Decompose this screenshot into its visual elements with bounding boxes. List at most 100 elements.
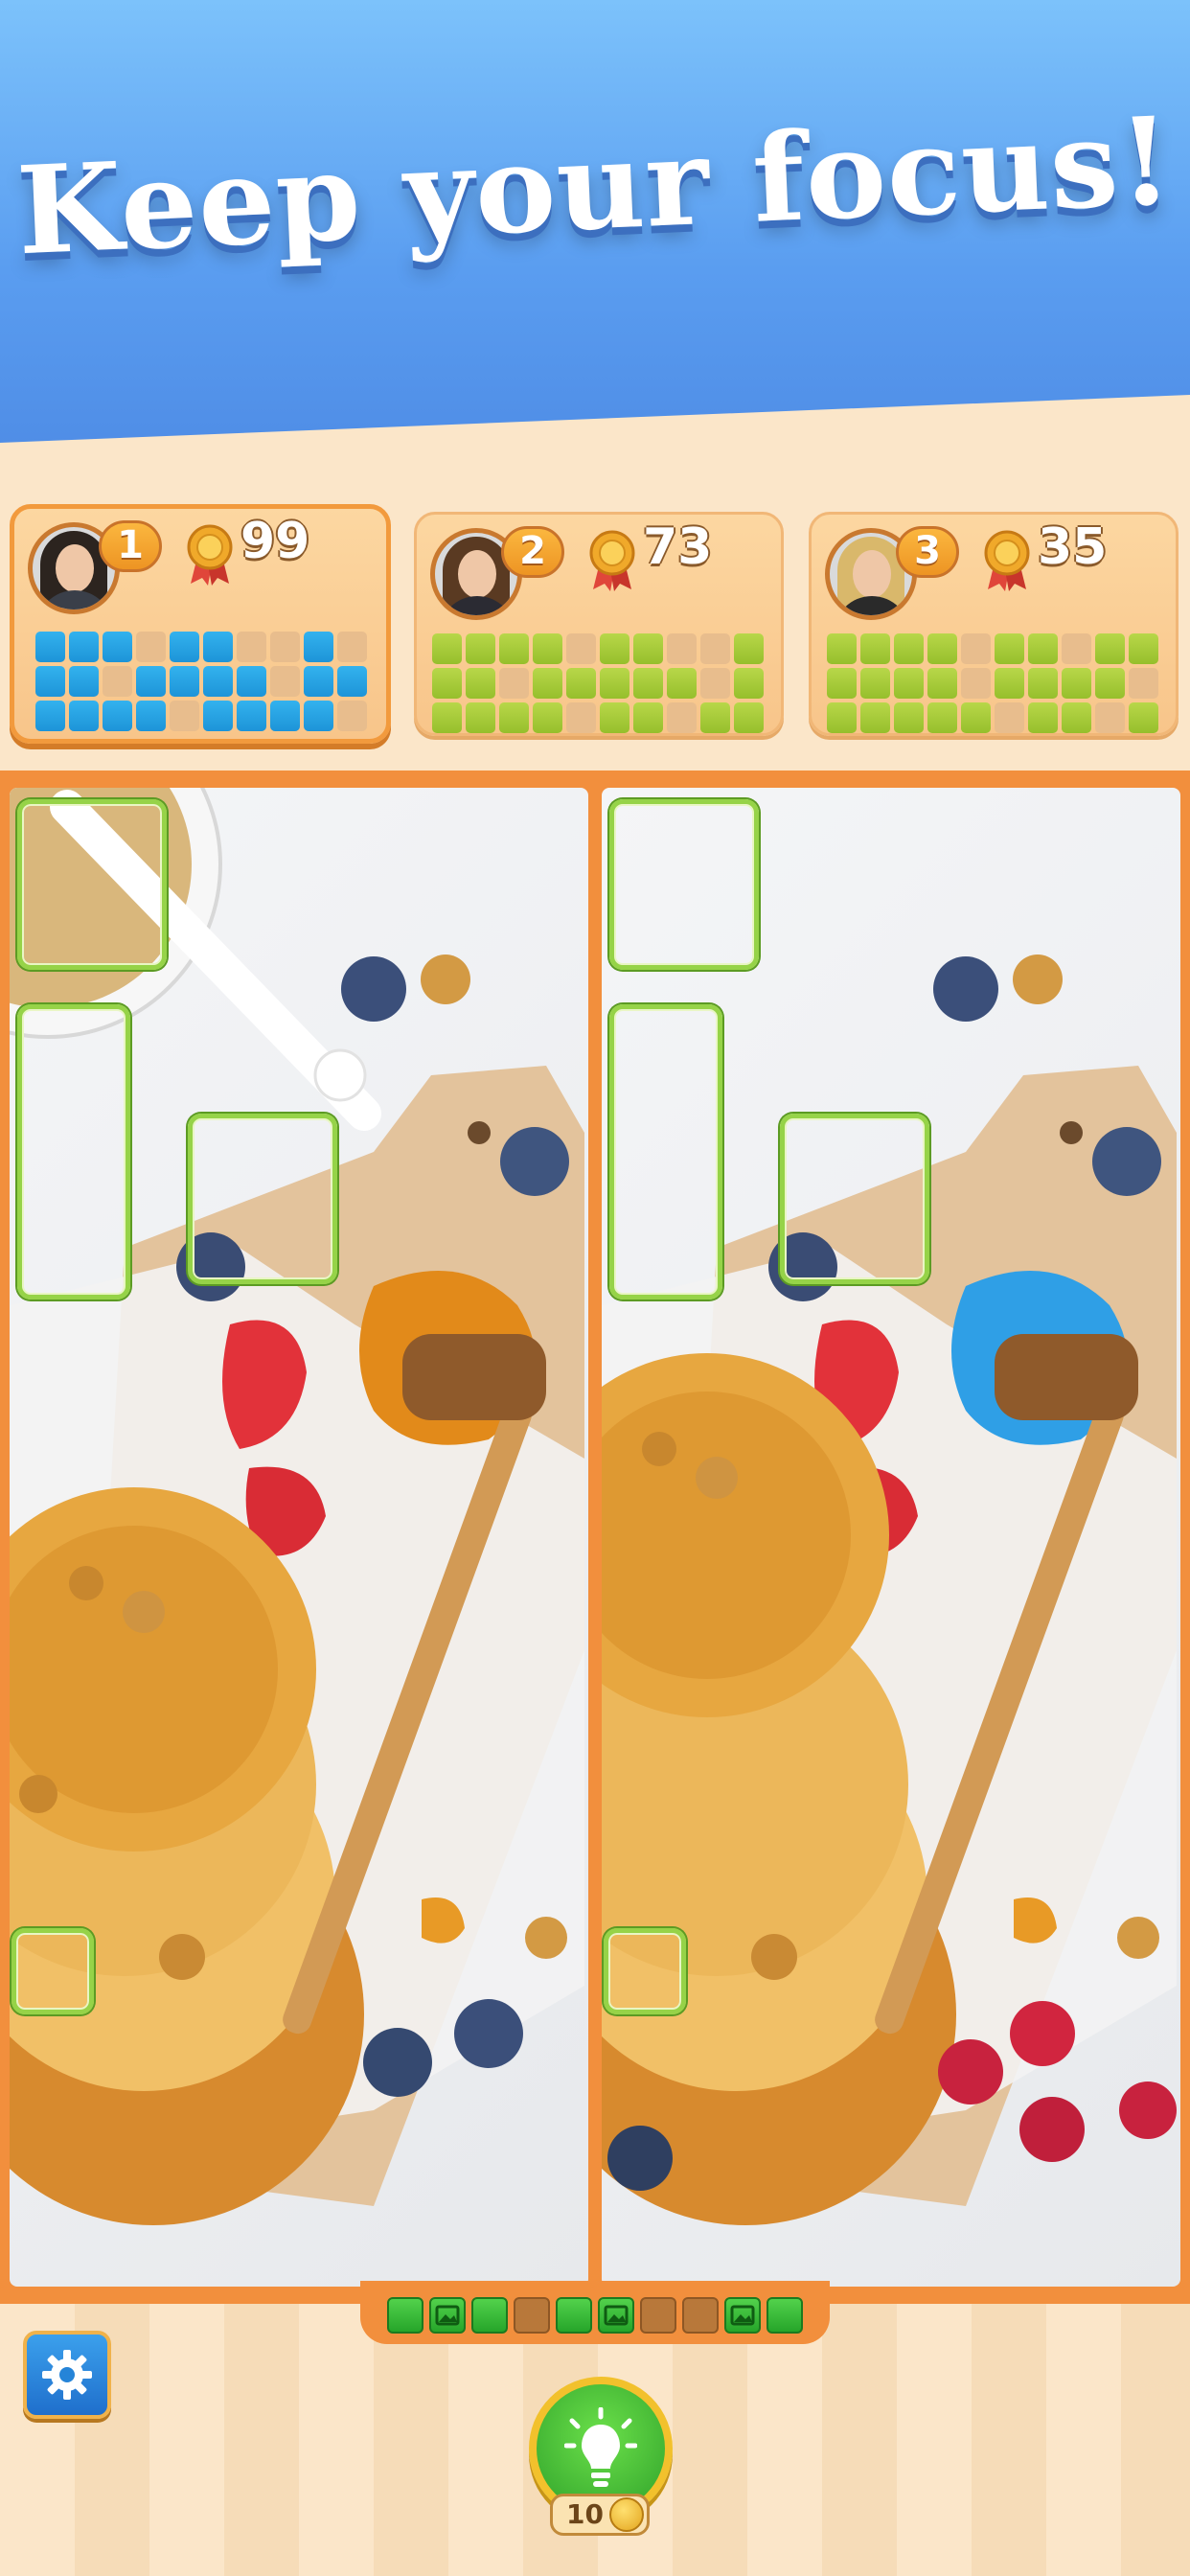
progress-cell-filled bbox=[1028, 668, 1058, 699]
progress-cell-filled bbox=[337, 666, 367, 697]
difference-slot-found bbox=[767, 2297, 803, 2334]
image-icon bbox=[730, 2305, 755, 2326]
progress-cell-filled bbox=[466, 702, 495, 733]
progress-cell-filled bbox=[304, 701, 333, 731]
difference-slot-empty bbox=[640, 2297, 676, 2334]
progress-cell-filled bbox=[499, 702, 529, 733]
difference-slot-found bbox=[387, 2297, 423, 2334]
found-difference-marker bbox=[188, 1114, 337, 1284]
progress-cell-filled bbox=[499, 633, 529, 664]
progress-cell-filled bbox=[860, 668, 890, 699]
progress-cell-empty bbox=[337, 632, 367, 662]
progress-cell-filled bbox=[894, 633, 924, 664]
progress-cell-filled bbox=[35, 701, 65, 731]
progress-cell-empty bbox=[1129, 668, 1158, 699]
progress-cell-filled bbox=[961, 702, 991, 733]
progress-cell-filled bbox=[270, 701, 300, 731]
rank-badge: 3 bbox=[896, 526, 959, 578]
progress-grid bbox=[432, 633, 764, 733]
progress-cell-filled bbox=[667, 668, 697, 699]
player-card-1: 1 99 bbox=[10, 504, 391, 744]
progress-cell-filled bbox=[927, 633, 957, 664]
progress-cell-filled bbox=[600, 633, 629, 664]
progress-cell-filled bbox=[170, 666, 199, 697]
progress-cell-empty bbox=[700, 668, 730, 699]
progress-cell-filled bbox=[1129, 702, 1158, 733]
medal-icon bbox=[187, 524, 233, 586]
progress-cell-filled bbox=[633, 633, 663, 664]
progress-cell-filled bbox=[1095, 668, 1125, 699]
progress-cell-filled bbox=[69, 666, 99, 697]
found-difference-marker bbox=[780, 1114, 929, 1284]
progress-cell-filled bbox=[927, 702, 957, 733]
progress-cell-filled bbox=[734, 633, 764, 664]
progress-cell-filled bbox=[1095, 633, 1125, 664]
progress-cell-filled bbox=[304, 666, 333, 697]
progress-cell-filled bbox=[237, 701, 266, 731]
progress-cell-empty bbox=[337, 701, 367, 731]
progress-cell-filled bbox=[734, 702, 764, 733]
found-difference-marker bbox=[609, 1004, 722, 1300]
progress-cell-filled bbox=[170, 632, 199, 662]
progress-cell-filled bbox=[860, 633, 890, 664]
progress-cell-filled bbox=[432, 702, 462, 733]
difference-slot-found bbox=[724, 2297, 761, 2334]
progress-cell-filled bbox=[927, 668, 957, 699]
progress-grid bbox=[35, 632, 367, 731]
progress-cell-filled bbox=[827, 668, 857, 699]
progress-cell-empty bbox=[961, 633, 991, 664]
progress-cell-empty bbox=[1062, 633, 1091, 664]
progress-cell-filled bbox=[1028, 633, 1058, 664]
player-card-3: 3 35 bbox=[809, 512, 1179, 736]
modified-image[interactable] bbox=[602, 788, 1180, 2287]
player-scoreboard: 1 99 2 73 3 35 bbox=[0, 498, 1190, 757]
progress-cell-filled bbox=[1028, 702, 1058, 733]
progress-cell-filled bbox=[860, 702, 890, 733]
progress-cell-filled bbox=[894, 668, 924, 699]
progress-cell-filled bbox=[432, 633, 462, 664]
found-difference-marker bbox=[604, 1928, 686, 2014]
progress-cell-filled bbox=[533, 633, 562, 664]
difference-slot-found bbox=[556, 2297, 592, 2334]
progress-cell-filled bbox=[566, 668, 596, 699]
coin-icon bbox=[609, 2497, 644, 2532]
lightbulb-icon bbox=[564, 2407, 637, 2487]
progress-cell-filled bbox=[533, 702, 562, 733]
progress-cell-filled bbox=[203, 701, 233, 731]
progress-cell-empty bbox=[566, 702, 596, 733]
player-card-2: 2 73 bbox=[414, 512, 784, 736]
differences-progress bbox=[360, 2281, 830, 2344]
progress-cell-filled bbox=[995, 633, 1024, 664]
difference-slot-empty bbox=[682, 2297, 719, 2334]
progress-cell-empty bbox=[700, 633, 730, 664]
progress-cell-empty bbox=[170, 701, 199, 731]
progress-cell-filled bbox=[203, 632, 233, 662]
progress-cell-filled bbox=[633, 702, 663, 733]
progress-cell-filled bbox=[600, 702, 629, 733]
progress-cell-filled bbox=[35, 666, 65, 697]
progress-cell-empty bbox=[103, 666, 132, 697]
image-icon bbox=[435, 2305, 460, 2326]
progress-cell-empty bbox=[566, 633, 596, 664]
progress-cell-empty bbox=[270, 632, 300, 662]
difference-slot-found bbox=[598, 2297, 634, 2334]
rank-badge: 2 bbox=[501, 526, 564, 578]
found-difference-marker bbox=[11, 1928, 94, 2014]
rank-badge: 1 bbox=[99, 520, 162, 572]
medal-icon bbox=[984, 530, 1030, 591]
original-image[interactable] bbox=[10, 788, 588, 2287]
progress-cell-filled bbox=[203, 666, 233, 697]
player-score: 35 bbox=[1038, 518, 1108, 576]
found-difference-marker bbox=[17, 799, 167, 970]
progress-cell-filled bbox=[304, 632, 333, 662]
progress-cell-filled bbox=[35, 632, 65, 662]
progress-cell-empty bbox=[270, 666, 300, 697]
progress-cell-empty bbox=[499, 668, 529, 699]
progress-cell-filled bbox=[103, 701, 132, 731]
progress-cell-filled bbox=[466, 633, 495, 664]
progress-cell-filled bbox=[237, 666, 266, 697]
progress-cell-filled bbox=[103, 632, 132, 662]
progress-cell-empty bbox=[961, 668, 991, 699]
progress-cell-filled bbox=[827, 633, 857, 664]
settings-button[interactable] bbox=[23, 2331, 111, 2419]
